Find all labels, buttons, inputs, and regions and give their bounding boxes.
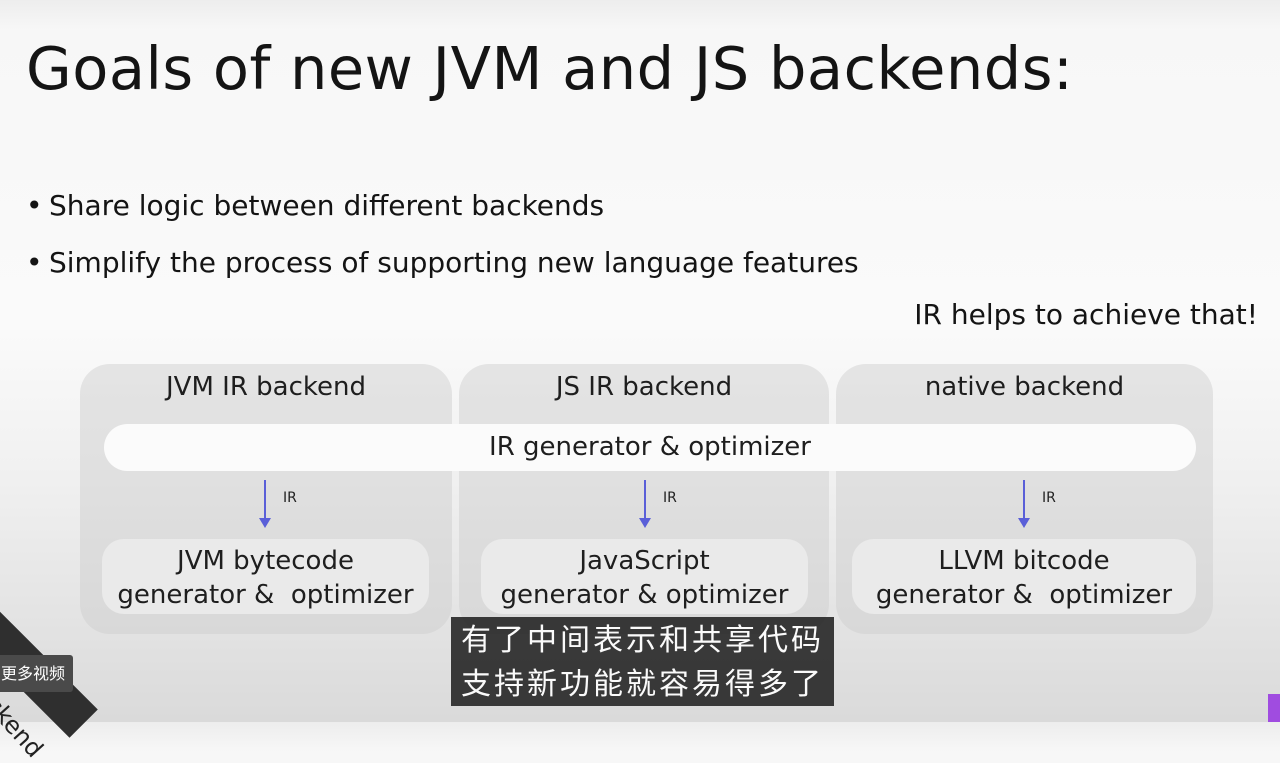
generator-name: JavaScript <box>579 546 710 576</box>
generator-name: LLVM bitcode <box>938 546 1110 576</box>
ir-edge-label: IR <box>1042 490 1056 506</box>
jvm-bytecode-generator-box: JVM bytecode generator & optimizer <box>102 539 429 614</box>
bullet-item: • Share logic between different backends <box>26 184 859 241</box>
panel-title: JVM IR backend <box>166 372 366 402</box>
bullet-list: • Share logic between different backends … <box>26 184 859 298</box>
subtitle-line: 支持新功能就容易得多了 <box>461 667 824 702</box>
generator-name: JVM bytecode <box>177 546 354 576</box>
ir-note: IR helps to achieve that! <box>914 298 1258 331</box>
generator-role: generator & optimizer <box>117 580 414 610</box>
bullet-text: Share logic between different backends <box>49 189 605 222</box>
ir-edge-label: IR <box>283 490 297 506</box>
bullet-item: • Simplify the process of supporting new … <box>26 241 859 298</box>
bullet-text: Simplify the process of supporting new l… <box>49 246 859 279</box>
more-videos-button[interactable]: 更多视频 <box>0 655 73 692</box>
panel-title: native backend <box>924 372 1125 402</box>
down-arrow-icon <box>639 480 651 528</box>
slide-title: Goals of new JVM and JS backends: <box>26 34 1074 103</box>
bullet-dot: • <box>26 246 43 279</box>
subtitle-line: 有了中间表示和共享代码 <box>461 623 824 658</box>
generator-role: generator & optimizer <box>500 580 789 610</box>
bullet-dot: • <box>26 189 43 222</box>
javascript-generator-box: JavaScript generator & optimizer <box>481 539 808 614</box>
subtitle-caption: 有了中间表示和共享代码 支持新功能就容易得多了 <box>451 617 834 706</box>
progress-marker <box>1268 694 1280 722</box>
down-arrow-icon <box>259 480 271 528</box>
panel-title: JS IR backend <box>555 372 733 402</box>
ir-edge-label: IR <box>663 490 677 506</box>
ir-generator-optimizer-bar: IR generator & optimizer <box>104 424 1196 471</box>
generator-role: generator & optimizer <box>875 580 1173 610</box>
down-arrow-icon <box>1018 480 1030 528</box>
llvm-bitcode-generator-box: LLVM bitcode generator & optimizer <box>852 539 1196 614</box>
